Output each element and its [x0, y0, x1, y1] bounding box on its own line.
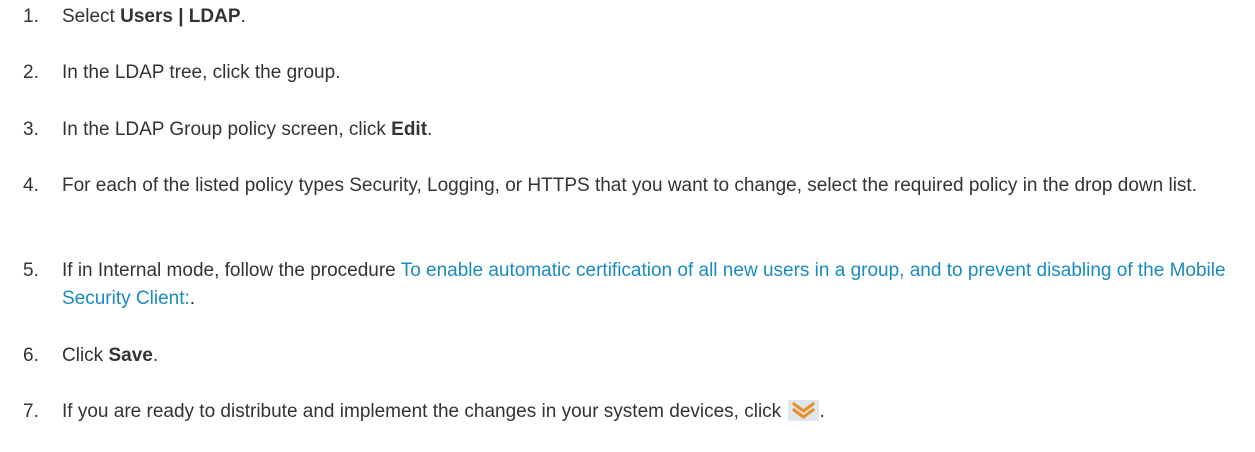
step-4: 4. For each of the listed policy types S… [0, 172, 1235, 200]
step-number: 6. [23, 345, 39, 366]
step-5: 5. If in Internal mode, follow the proce… [0, 257, 1235, 313]
step-number: 2. [23, 62, 39, 83]
procedure-steps: 1. Select Users | LDAP. 2. In the LDAP t… [0, 0, 1255, 452]
step-text: Click Save. [62, 345, 159, 366]
step-text: If in Internal mode, follow the procedur… [62, 260, 1226, 309]
step-text: In the LDAP Group policy screen, click E… [62, 119, 433, 140]
step-7: 7. If you are ready to distribute and im… [0, 398, 1235, 426]
step-text: Select Users | LDAP. [62, 6, 246, 27]
step-3: 3. In the LDAP Group policy screen, clic… [0, 116, 1235, 144]
step-number: 1. [23, 6, 39, 27]
edit-label: Edit [391, 119, 428, 140]
step-text: In the LDAP tree, click the group. [62, 62, 341, 83]
step-6: 6. Click Save. [0, 342, 1235, 370]
step-number: 3. [23, 119, 39, 140]
step-1: 1. Select Users | LDAP. [0, 3, 1235, 31]
step-number: 4. [23, 175, 39, 196]
step-number: 5. [23, 260, 39, 281]
step-text: If you are ready to distribute and imple… [62, 400, 825, 422]
save-label: Save [108, 345, 153, 366]
step-number: 7. [23, 401, 39, 422]
step-text: For each of the listed policy types Secu… [62, 175, 1197, 196]
deploy-chevron-down-icon [788, 400, 820, 421]
menu-path: Users | LDAP [120, 6, 241, 27]
step-2: 2. In the LDAP tree, click the group. [0, 59, 1235, 87]
